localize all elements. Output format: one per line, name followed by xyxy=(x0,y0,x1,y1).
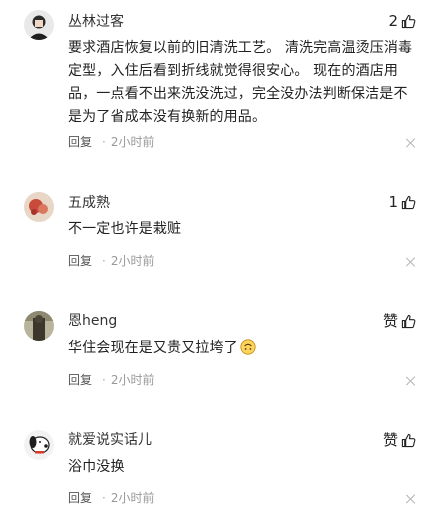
like-button[interactable]: 2 xyxy=(388,12,416,30)
timestamp: 2小时前 xyxy=(110,373,155,387)
reply-button[interactable]: 回复 xyxy=(68,490,92,506)
reply-button[interactable]: 回复 xyxy=(68,134,92,150)
like-count: 赞 xyxy=(382,312,398,330)
like-button[interactable]: 赞 xyxy=(383,312,416,330)
username[interactable]: 五成熟 xyxy=(68,194,110,212)
thumbs-up-icon xyxy=(401,195,416,209)
thumbs-up-icon xyxy=(401,314,416,328)
comment-meta: 回复 · 2小时前 xyxy=(68,253,154,269)
separator-dot: · xyxy=(102,491,106,505)
comment-meta: 回复 · 2小时前 xyxy=(68,372,154,388)
thumbs-up-icon xyxy=(401,14,416,28)
like-count: 赞 xyxy=(382,431,398,449)
timestamp: 2小时前 xyxy=(110,135,155,149)
avatar[interactable] xyxy=(24,10,54,40)
comment-text-content: 华住会现在是又贵又拉垮了 xyxy=(68,340,238,356)
close-icon[interactable] xyxy=(406,376,416,386)
username[interactable]: 就爱说实话儿 xyxy=(68,431,152,449)
timestamp: 2小时前 xyxy=(110,491,155,505)
close-icon[interactable] xyxy=(406,138,416,148)
thumbs-up-icon xyxy=(401,433,416,447)
username[interactable]: 恩heng xyxy=(68,312,117,330)
like-count: 2 xyxy=(388,12,398,30)
reply-button[interactable]: 回复 xyxy=(68,372,92,388)
separator-dot: · xyxy=(102,135,106,149)
close-icon[interactable] xyxy=(406,494,416,504)
timestamp: 2小时前 xyxy=(110,254,155,268)
username[interactable]: 丛林过客 xyxy=(68,13,124,31)
like-count: 1 xyxy=(388,193,398,211)
like-button[interactable]: 1 xyxy=(388,193,416,211)
close-icon[interactable] xyxy=(406,257,416,267)
comment-meta: 回复 · 2小时前 xyxy=(68,134,154,150)
comment-text: 华住会现在是又贵又拉垮了 xyxy=(68,337,420,360)
comment-meta: 回复 · 2小时前 xyxy=(68,490,154,506)
separator-dot: · xyxy=(102,254,106,268)
separator-dot: · xyxy=(102,373,106,387)
comment-text: 要求酒店恢复以前的旧清洗工艺。 清洗完高温烫压消毒定型，入住后看到折线就觉得很安… xyxy=(68,40,413,125)
avatar[interactable] xyxy=(24,311,54,341)
avatar[interactable] xyxy=(24,430,54,460)
comment-text: 浴巾没换 xyxy=(68,459,125,475)
avatar[interactable] xyxy=(24,192,54,222)
upside-down-face-emoji xyxy=(240,339,256,355)
like-button[interactable]: 赞 xyxy=(383,431,416,449)
reply-button[interactable]: 回复 xyxy=(68,253,92,269)
comment-text: 不一定也许是栽赃 xyxy=(68,221,182,237)
